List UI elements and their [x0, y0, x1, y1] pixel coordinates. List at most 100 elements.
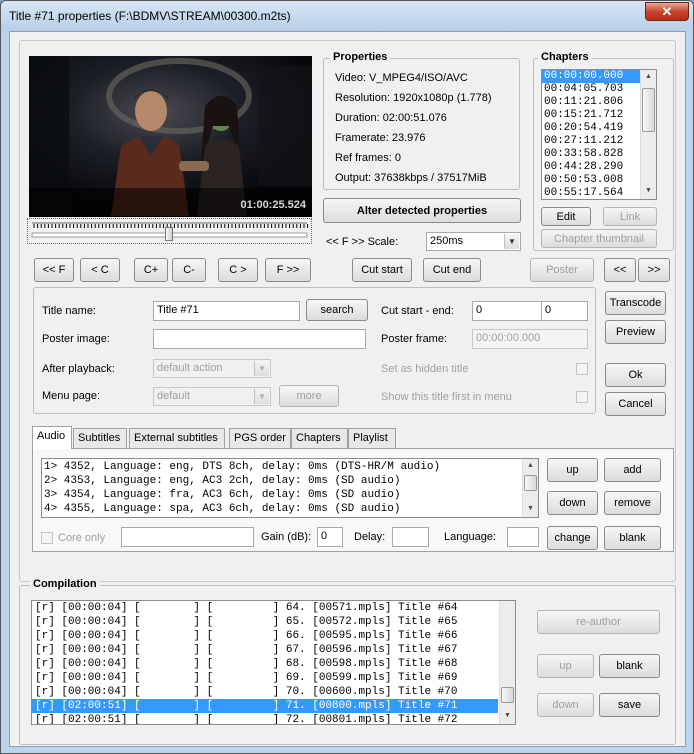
- audio-blank-button[interactable]: blank: [604, 526, 661, 550]
- chapter-item[interactable]: 00:44:28.290: [542, 161, 640, 174]
- compilation-row[interactable]: [r] [00:00:04] [ ] [ ] 68. [00598.mpls] …: [32, 657, 498, 671]
- audio-track-item[interactable]: 3> 4354, Language: fra, AC3 6ch, delay: …: [44, 488, 536, 502]
- search-button[interactable]: search: [306, 299, 368, 321]
- next-chapter-button[interactable]: C >: [218, 258, 258, 282]
- close-button[interactable]: ✕: [645, 2, 689, 21]
- reauthor-button[interactable]: re-author: [537, 610, 660, 634]
- delay-input[interactable]: [392, 527, 429, 547]
- compilation-row[interactable]: [r] [00:00:04] [ ] [ ] 66. [00595.mpls] …: [32, 629, 498, 643]
- language-input[interactable]: [507, 527, 539, 547]
- compilation-row[interactable]: [r] [00:00:04] [ ] [ ] 67. [00596.mpls] …: [32, 643, 498, 657]
- scroll-thumb[interactable]: [642, 88, 655, 132]
- chapters-list[interactable]: 00:00:00.000 00:04:05.703 00:11:21.806 00:1…: [541, 69, 657, 200]
- compilation-row[interactable]: [r] [00:00:04] [ ] [ ] 70. [00600.mpls] …: [32, 685, 498, 699]
- alter-properties-button[interactable]: Alter detected properties: [323, 198, 521, 223]
- scale-select[interactable]: 250ms ▼: [426, 232, 521, 251]
- poster-image-input[interactable]: [153, 329, 366, 349]
- next-file-button[interactable]: F >>: [265, 258, 311, 282]
- chevron-down-icon[interactable]: ▼: [254, 361, 269, 376]
- chapter-item[interactable]: 00:27:11.212: [542, 135, 640, 148]
- ok-button[interactable]: Ok: [605, 363, 666, 387]
- compilation-row[interactable]: [r] [00:00:04] [ ] [ ] 69. [00599.mpls] …: [32, 671, 498, 685]
- tab-chapters[interactable]: Chapters: [291, 428, 348, 448]
- menu-page-select[interactable]: default ▼: [153, 387, 271, 406]
- cut-end-button[interactable]: Cut end: [423, 258, 481, 282]
- compilation-up-button[interactable]: up: [537, 654, 594, 678]
- prev-chapter-button[interactable]: < C: [80, 258, 120, 282]
- audio-down-button[interactable]: down: [547, 491, 598, 515]
- audio-change-button[interactable]: change: [547, 526, 598, 550]
- compilation-row[interactable]: [r] [00:00:04] [ ] [ ] 65. [00572.mpls] …: [32, 615, 498, 629]
- scroll-down-icon[interactable]: ▼: [523, 502, 538, 517]
- compilation-row[interactable]: [r] [02:00:51] [ ] [ ] 71. [00800.mpls] …: [32, 699, 498, 713]
- scroll-thumb[interactable]: [501, 687, 514, 703]
- chapter-thumbnail-button[interactable]: Chapter thumbnail: [541, 229, 657, 248]
- show-first-checkbox[interactable]: [576, 391, 588, 403]
- audio-track-item[interactable]: 1> 4352, Language: eng, DTS 8ch, delay: …: [44, 460, 536, 474]
- audio-up-button[interactable]: up: [547, 458, 598, 482]
- title-bar[interactable]: Title #71 properties (F:\BDMV\STREAM\003…: [1, 1, 693, 31]
- chapters-scrollbar[interactable]: ▲ ▼: [640, 70, 656, 199]
- audio-scrollbar[interactable]: ▲ ▼: [522, 459, 538, 517]
- transcode-button[interactable]: Transcode: [605, 291, 666, 315]
- chapter-item[interactable]: 00:15:21.712: [542, 109, 640, 122]
- chapter-plus-button[interactable]: C+: [134, 258, 168, 282]
- tab-playlist[interactable]: Playlist: [348, 428, 396, 448]
- next-title-button[interactable]: >>: [638, 258, 670, 282]
- scroll-down-icon[interactable]: ▼: [641, 184, 656, 199]
- compilation-list[interactable]: [r] [00:00:04] [ ] [ ] 64. [00571.mpls] …: [31, 600, 516, 725]
- audio-track-item[interactable]: 2> 4353, Language: eng, AC3 2ch, delay: …: [44, 474, 536, 488]
- audio-track-item[interactable]: 4> 4355, Language: spa, AC3 6ch, delay: …: [44, 502, 536, 516]
- poster-button[interactable]: Poster: [530, 258, 594, 282]
- compilation-down-button[interactable]: down: [537, 693, 594, 717]
- scroll-up-icon[interactable]: ▲: [523, 459, 538, 474]
- gain-input[interactable]: 0: [317, 527, 343, 547]
- tab-pgs-order[interactable]: PGS order: [229, 428, 291, 448]
- compilation-save-button[interactable]: save: [599, 693, 660, 717]
- audio-remove-button[interactable]: remove: [604, 491, 661, 515]
- chapter-item[interactable]: 00:55:17.564: [542, 187, 640, 199]
- properties-window: Title #71 properties (F:\BDMV\STREAM\003…: [0, 0, 694, 754]
- compilation-scrollbar[interactable]: ▼: [499, 601, 515, 724]
- prev-title-button[interactable]: <<: [604, 258, 636, 282]
- after-playback-select[interactable]: default action ▼: [153, 359, 271, 378]
- prev-file-button[interactable]: << F: [34, 258, 74, 282]
- cut-start-input[interactable]: 0: [472, 301, 546, 321]
- preview-button[interactable]: Preview: [605, 320, 666, 344]
- cancel-button[interactable]: Cancel: [605, 392, 666, 416]
- core-only-checkbox[interactable]: [41, 532, 53, 544]
- property-line: Resolution: 1920x1080p (1.778): [335, 92, 492, 104]
- audio-add-button[interactable]: add: [604, 458, 661, 482]
- hidden-title-checkbox[interactable]: [576, 363, 588, 375]
- chevron-down-icon[interactable]: ▼: [254, 389, 269, 404]
- title-name-input[interactable]: Title #71: [153, 301, 300, 321]
- scroll-down-icon[interactable]: ▼: [500, 709, 515, 724]
- chapter-item[interactable]: 00:20:54.419: [542, 122, 640, 135]
- chevron-down-icon[interactable]: ▼: [504, 234, 519, 249]
- scroll-up-icon[interactable]: ▲: [641, 70, 656, 85]
- compilation-blank-button[interactable]: blank: [599, 654, 660, 678]
- compilation-row[interactable]: [r] [00:00:04] [ ] [ ] 64. [00571.mpls] …: [32, 601, 498, 615]
- core-only-input[interactable]: [121, 527, 254, 547]
- tab-audio[interactable]: Audio: [32, 426, 72, 449]
- cut-end-input[interactable]: 0: [541, 301, 588, 321]
- seek-slider[interactable]: [27, 218, 312, 244]
- compilation-row[interactable]: [r] [02:00:51] [ ] [ ] 72. [00801.mpls] …: [32, 713, 498, 724]
- tab-external-subtitles[interactable]: External subtitles: [129, 428, 225, 448]
- poster-frame-input[interactable]: 00:00:00.000: [472, 329, 588, 349]
- chapter-item[interactable]: 00:04:05.703: [542, 83, 640, 96]
- chapter-minus-button[interactable]: C-: [172, 258, 206, 282]
- scroll-thumb[interactable]: [524, 475, 537, 491]
- chapter-item[interactable]: 00:50:53.008: [542, 174, 640, 187]
- chapter-edit-button[interactable]: Edit: [541, 207, 591, 226]
- chapter-item[interactable]: 00:11:21.806: [542, 96, 640, 109]
- chapter-link-button[interactable]: Link: [603, 207, 657, 226]
- tab-subtitles[interactable]: Subtitles: [73, 428, 127, 448]
- show-first-label: Show this title first in menu: [381, 391, 512, 403]
- seek-thumb[interactable]: [165, 227, 173, 241]
- more-button[interactable]: more: [279, 385, 339, 407]
- chapter-item[interactable]: 00:00:00.000: [542, 70, 640, 83]
- audio-track-list[interactable]: 1> 4352, Language: eng, DTS 8ch, delay: …: [41, 458, 539, 518]
- cut-start-button[interactable]: Cut start: [352, 258, 412, 282]
- chapter-item[interactable]: 00:33:58.828: [542, 148, 640, 161]
